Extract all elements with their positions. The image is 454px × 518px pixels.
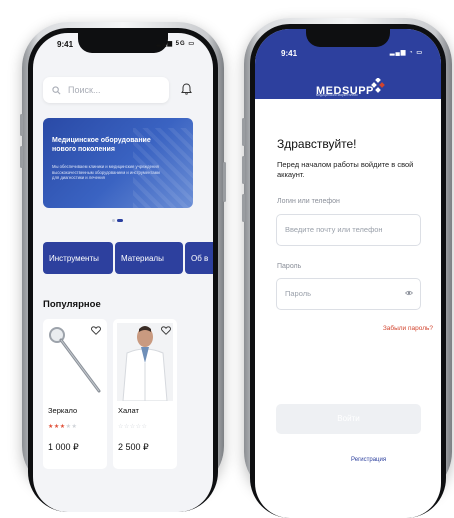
banner-title: Медицинское оборудование нового поколени… bbox=[52, 137, 151, 153]
status-icons: ▂▄▆ ◔ ▭ bbox=[389, 50, 423, 56]
mute-switch bbox=[242, 194, 245, 222]
carousel-dots bbox=[112, 219, 123, 222]
logo-cross-icon bbox=[371, 78, 385, 93]
category-label: Инструменты bbox=[49, 253, 99, 263]
login-label: Логин или телефон bbox=[277, 198, 340, 205]
login-placeholder: Введите почту или телефон bbox=[285, 225, 383, 234]
password-input[interactable]: Пароль bbox=[276, 278, 421, 310]
heart-icon[interactable] bbox=[91, 326, 101, 335]
register-link[interactable]: Регистрация bbox=[351, 457, 386, 463]
heart-icon[interactable] bbox=[161, 326, 171, 335]
phone-bezel: 9:41 ▂▄▆ ◔ ▭ MEDSUPP медицинский маркетп… bbox=[250, 24, 446, 518]
promo-banner[interactable]: Медицинское оборудование нового поколени… bbox=[43, 118, 193, 208]
bell-icon[interactable] bbox=[181, 83, 192, 95]
carousel-dot[interactable] bbox=[112, 219, 115, 222]
status-time: 9:41 bbox=[57, 40, 74, 49]
category-instruments[interactable]: Инструменты bbox=[43, 242, 113, 274]
product-price: 1 000 ₽ bbox=[48, 442, 79, 452]
volume-up-button bbox=[20, 114, 23, 136]
catalog-screen: 9:41 ▂▄▆ 5G ▭ Поиск... Медицинское обору… bbox=[33, 33, 213, 512]
category-materials[interactable]: Материалы bbox=[115, 242, 183, 274]
status-icons: ▂▄▆ 5G ▭ bbox=[156, 41, 195, 47]
phone-login: 9:41 ▂▄▆ ◔ ▭ MEDSUPP медицинский маркетп… bbox=[242, 18, 452, 518]
mirror-image bbox=[49, 327, 101, 393]
category-label: Материалы bbox=[121, 253, 164, 263]
phone-bezel: 9:41 ▂▄▆ 5G ▭ Поиск... Медицинское обору… bbox=[28, 28, 218, 512]
search-placeholder: Поиск... bbox=[68, 85, 101, 95]
volume-up-button bbox=[242, 118, 245, 146]
power-button bbox=[223, 162, 226, 202]
product-price: 2 500 ₽ bbox=[118, 442, 149, 452]
notch bbox=[306, 29, 390, 47]
login-button[interactable]: Войти bbox=[276, 404, 421, 434]
category-equipment[interactable]: Об в bbox=[185, 242, 213, 274]
product-card-coat[interactable]: Халат ☆☆☆☆☆ 2 500 ₽ bbox=[113, 319, 177, 469]
status-bar: 9:41 ▂▄▆ ◔ ▭ bbox=[255, 49, 441, 63]
greeting-subtitle: Перед началом работы войдите в свой акка… bbox=[277, 160, 414, 179]
network-label: 5G bbox=[175, 41, 186, 47]
logo-tagline: медицинский маркетплейс bbox=[316, 93, 358, 97]
status-time: 9:41 bbox=[281, 49, 298, 58]
login-screen: 9:41 ▂▄▆ ◔ ▭ MEDSUPP медицинский маркетп… bbox=[255, 29, 441, 518]
phone-catalog: 9:41 ▂▄▆ 5G ▭ Поиск... Медицинское обору… bbox=[20, 22, 226, 512]
greeting-title: Здравствуйте! bbox=[277, 137, 357, 151]
product-rating: ☆☆☆☆☆ bbox=[118, 424, 148, 430]
carousel-dot-active[interactable] bbox=[117, 219, 123, 222]
volume-down-button bbox=[242, 156, 245, 184]
volume-down-button bbox=[20, 146, 23, 168]
status-bar: 9:41 ▂▄▆ 5G ▭ bbox=[33, 40, 213, 54]
product-card-mirror[interactable]: Зеркало ★★★★★ 1 000 ₽ bbox=[43, 319, 107, 469]
search-input[interactable]: Поиск... bbox=[43, 77, 169, 103]
login-input[interactable]: Введите почту или телефон bbox=[276, 214, 421, 246]
product-rating: ★★★★★ bbox=[48, 424, 78, 430]
product-name: Халат bbox=[118, 406, 139, 415]
popular-title: Популярное bbox=[43, 299, 101, 310]
password-label: Пароль bbox=[277, 263, 302, 270]
search-icon bbox=[52, 85, 61, 94]
eye-icon[interactable] bbox=[405, 290, 413, 296]
banner-text: Мы обеспечиваем клиники и медицинские уч… bbox=[52, 164, 160, 180]
password-placeholder: Пароль bbox=[285, 289, 312, 298]
product-name: Зеркало bbox=[48, 406, 78, 415]
forgot-password-link[interactable]: Забыли пароль? bbox=[383, 325, 433, 332]
category-label: Об в bbox=[191, 253, 209, 263]
medsupp-logo: MEDSUPP медицинский маркетплейс bbox=[316, 78, 385, 99]
